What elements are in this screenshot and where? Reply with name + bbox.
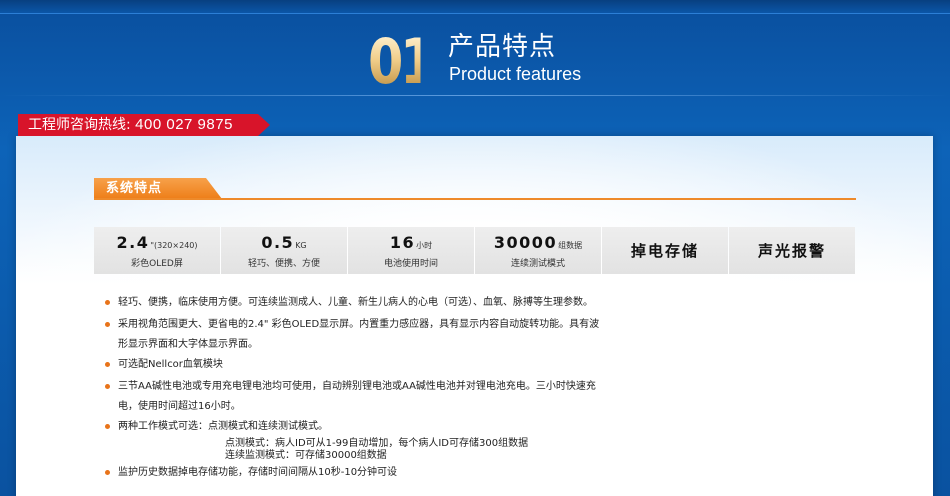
section-subtitle: Product features: [449, 64, 582, 84]
list-item-subline: 点测模式：病人ID可从1-99自动增加，每个病人ID可存储300组数据: [225, 438, 529, 449]
system-features-tab: 系统特点: [94, 178, 222, 199]
section-number: 01: [368, 25, 435, 98]
feature-caption: 轻巧、便携、方便: [247, 258, 320, 269]
feature-caption: 连续测试模式: [510, 258, 565, 269]
list-item-text-cont: 形显示界面和大字体显示界面。: [118, 339, 258, 350]
feature-strip: 2.4 "(320×240) 彩色OLED屏 0.5 KG 轻巧、便携、方便 1…: [94, 227, 856, 274]
list-item-text: 三节AA碱性电池或专用充电锂电池均可使用，自动辨别锂电池或AA碱性电池并对锂电池…: [118, 381, 596, 392]
list-item: 可选配Nellcor血氧模块: [104, 354, 724, 376]
list-item-subline: 连续监测模式：可存储30000组数据: [225, 450, 387, 461]
list-item: 轻巧、便携，临床使用方便。可连续监测成人、儿童、新生儿病人的心电（可选）、血氧、…: [104, 292, 724, 314]
feature-unit: "(320×240): [150, 240, 198, 250]
list-item: 采用视角范围更大、更省电的2.4" 彩色OLED显示屏。内置重力感应器，具有显示…: [104, 314, 724, 354]
top-strip: [0, 0, 950, 14]
hotline-banner[interactable]: 工程师咨询热线: 400 027 9875: [18, 114, 270, 136]
list-item-text: 采用视角范围更大、更省电的2.4" 彩色OLED显示屏。内置重力感应器，具有显示…: [118, 319, 600, 330]
feature-alarm: 声光报警: [729, 227, 855, 274]
feature-list: 轻巧、便携，临床使用方便。可连续监测成人、儿童、新生儿病人的心电（可选）、血氧、…: [104, 292, 724, 484]
list-item: 两种工作模式可选：点测模式和连续测试模式。 点测模式：病人ID可从1-99自动增…: [104, 416, 724, 462]
list-item-text: 轻巧、便携，临床使用方便。可连续监测成人、儿童、新生儿病人的心电（可选）、血氧、…: [118, 297, 593, 308]
feature-value: 2.4: [116, 232, 150, 252]
hotline-number[interactable]: 400 027 9875: [135, 116, 233, 133]
section-rule: [94, 198, 856, 200]
feature-screen: 2.4 "(320×240) 彩色OLED屏: [94, 227, 220, 274]
section-title: 产品特点: [448, 32, 557, 62]
feature-weight: 0.5 KG 轻巧、便携、方便: [221, 227, 347, 274]
feature-value: 16: [389, 232, 416, 252]
header-divider: [0, 95, 950, 96]
feature-unit: 组数据: [558, 240, 583, 250]
feature-power-off-storage: 掉电存储: [602, 227, 728, 274]
feature-storage-capacity: 30000 组数据 连续测试模式: [475, 227, 601, 274]
list-item-text-cont: 电，使用时间超过16小时。: [118, 401, 241, 412]
feature-value: 30000: [493, 232, 558, 252]
feature-caption: 彩色OLED屏: [131, 258, 183, 269]
feature-unit: KG: [295, 240, 307, 250]
section-header: 01 产品特点 Product features: [0, 14, 950, 100]
list-item: 三节AA碱性电池或专用充电锂电池均可使用，自动辨别锂电池或AA碱性电池并对锂电池…: [104, 376, 724, 416]
feature-label: 掉电存储: [630, 242, 699, 260]
list-item: 监护历史数据掉电存储功能，存储时间间隔从10秒-10分钟可设: [104, 462, 724, 484]
list-item-text: 两种工作模式可选：点测模式和连续测试模式。: [118, 421, 328, 432]
product-features-page: 01 产品特点 Product features 工程师咨询热线: 400 02…: [0, 0, 950, 496]
feature-battery: 16 小时 电池使用时间: [348, 227, 474, 274]
hotline-label: 工程师咨询热线:: [28, 117, 131, 133]
feature-value: 0.5: [261, 232, 295, 252]
feature-caption: 电池使用时间: [383, 258, 438, 269]
feature-label: 声光报警: [757, 242, 826, 260]
feature-unit: 小时: [416, 240, 433, 250]
list-item-text: 监护历史数据掉电存储功能，存储时间间隔从10秒-10分钟可设: [118, 467, 398, 478]
list-item-text: 可选配Nellcor血氧模块: [118, 359, 223, 370]
